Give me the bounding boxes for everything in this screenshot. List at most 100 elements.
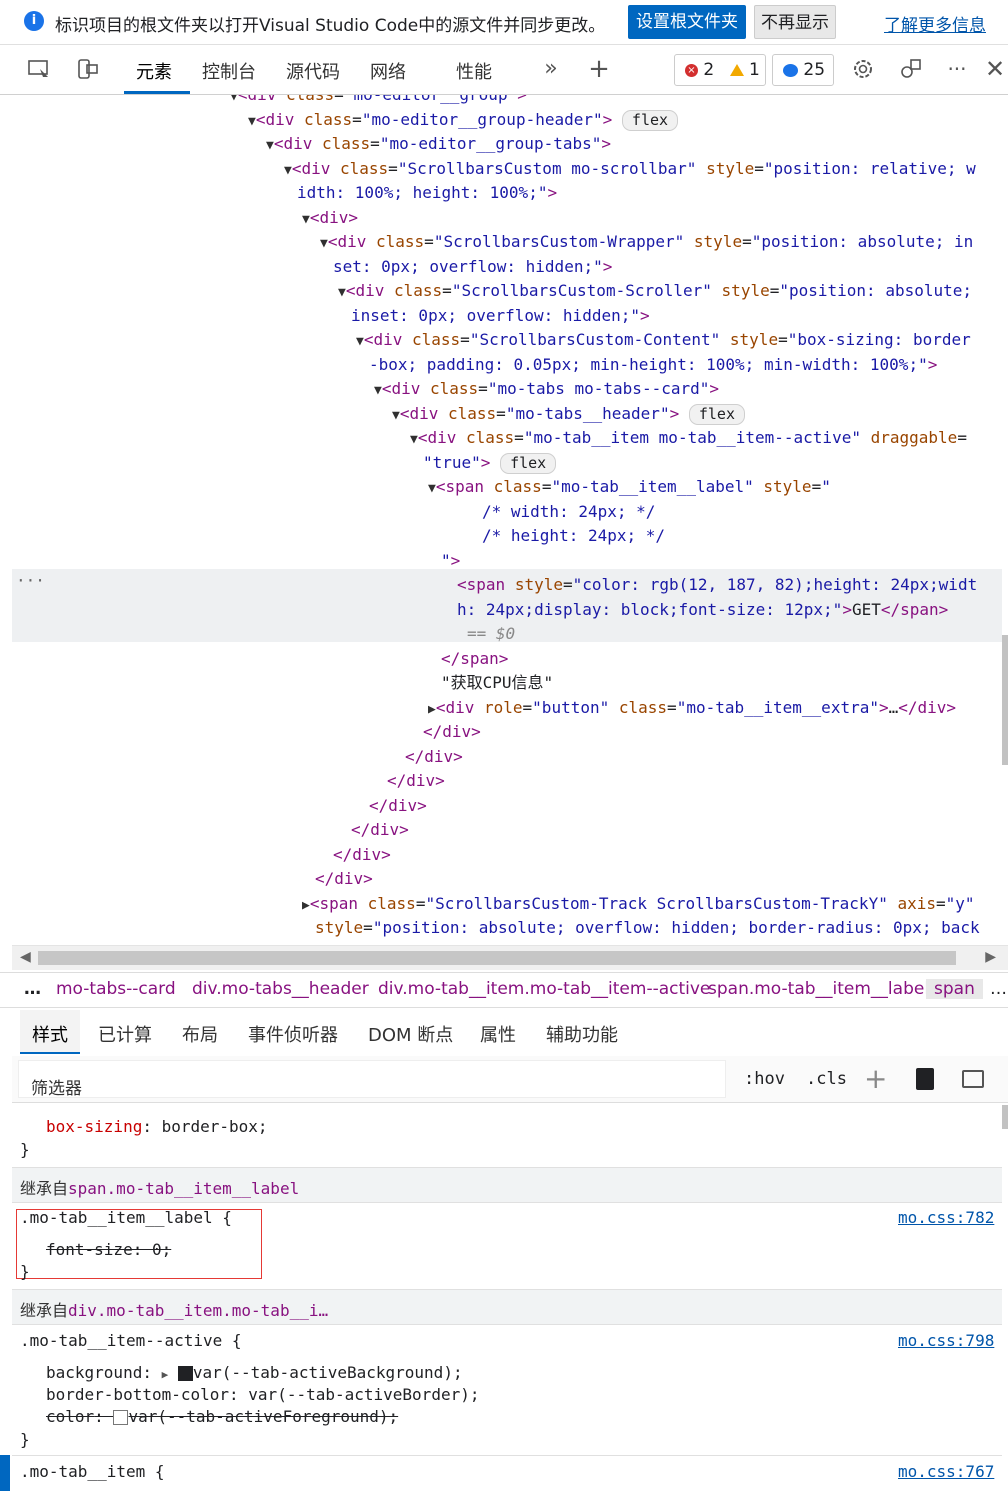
device-emulation-icon[interactable] xyxy=(75,56,101,82)
expand-toggle-icon[interactable]: ▶ xyxy=(428,702,436,717)
dom-node-line[interactable]: ▼<div> xyxy=(302,206,358,230)
tab-computed[interactable]: 已计算 xyxy=(98,1021,152,1047)
dom-node-line[interactable]: /* height: 24px; */ xyxy=(482,524,665,548)
tab-styles[interactable]: 样式 xyxy=(32,1021,68,1047)
rule-source-link[interactable]: mo.css:782 xyxy=(898,1207,994,1229)
expand-toggle-icon[interactable]: ▼ xyxy=(356,334,364,349)
dom-node-line[interactable]: ▼<div class="ScrollbarsCustom-Scroller" … xyxy=(338,279,972,303)
breadcrumb-item[interactable]: mo-tabs--card xyxy=(56,979,176,999)
flex-badge[interactable]: flex xyxy=(688,403,745,425)
expand-triangle-icon[interactable]: ▶ xyxy=(162,1368,169,1381)
dom-node-line[interactable]: </div> xyxy=(351,818,409,842)
settings-gear-icon[interactable] xyxy=(850,56,876,82)
breadcrumb-more[interactable]: … xyxy=(990,979,1007,999)
issues-counter[interactable]: × 2 1 xyxy=(674,54,766,86)
new-style-rule-icon[interactable]: + xyxy=(864,1062,887,1095)
dom-node-line[interactable]: ▶<div role="button" class="mo-tab__item_… xyxy=(428,696,956,720)
tab-dom-breakpoints[interactable]: DOM 断点 xyxy=(368,1021,453,1047)
tab-console[interactable]: 控制台 xyxy=(202,58,256,84)
dom-node-line[interactable]: </div> xyxy=(405,745,463,769)
scrollbar-thumb[interactable] xyxy=(38,951,956,965)
inspect-element-icon[interactable] xyxy=(26,56,52,82)
dom-node-line[interactable]: <span style="color: rgb(12, 187, 82);hei… xyxy=(457,573,977,597)
color-swatch[interactable] xyxy=(177,1366,193,1381)
tab-layout[interactable]: 布局 xyxy=(182,1021,218,1047)
expand-toggle-icon[interactable]: ▼ xyxy=(410,432,418,447)
expand-toggle-icon[interactable]: ▼ xyxy=(392,408,400,423)
styles-vertical-scrollbar[interactable] xyxy=(1002,1105,1008,1129)
dom-node-line[interactable]: ▼<span class="mo-tab__item__label" style… xyxy=(428,475,831,499)
dom-node-line[interactable]: "获取CPU信息" xyxy=(441,671,553,695)
dom-node-line[interactable]: </div> xyxy=(387,769,445,793)
tab-performance[interactable]: 性能 xyxy=(456,58,492,84)
close-icon[interactable]: ✕ xyxy=(982,56,1008,82)
dom-node-line[interactable]: ▼<div class="ScrollbarsCustom-Content" s… xyxy=(356,328,971,352)
class-toggle[interactable]: .cls xyxy=(806,1069,847,1089)
dont-show-again-button[interactable]: 不再显示 xyxy=(754,5,836,39)
dom-node-line[interactable]: </div> xyxy=(333,843,391,867)
expand-toggle-icon[interactable]: ▼ xyxy=(338,285,346,300)
tab-network[interactable]: 网络 xyxy=(370,58,406,84)
rule-selector[interactable]: .mo-tab__item--active { xyxy=(20,1330,242,1352)
hover-state-toggle[interactable]: :hov xyxy=(744,1069,785,1089)
dom-node-line[interactable]: /* width: 24px; */ xyxy=(482,500,655,524)
expand-toggle-icon[interactable]: ▼ xyxy=(284,163,292,178)
expand-toggle-icon[interactable]: ▶ xyxy=(302,898,310,913)
flex-badge[interactable]: flex xyxy=(500,452,557,474)
expand-toggle-icon[interactable]: ▼ xyxy=(230,95,238,104)
dom-node-line[interactable]: set: 0px; overflow: hidden;"> xyxy=(333,255,612,279)
dom-node-line[interactable]: ▼<div class="mo-editor__group"> xyxy=(230,95,527,107)
dom-node-line[interactable]: ▼<div class="ScrollbarsCustom-Wrapper" s… xyxy=(320,230,973,254)
dom-node-line[interactable]: == $0 xyxy=(467,622,515,646)
tab-event-listeners[interactable]: 事件侦听器 xyxy=(248,1021,338,1047)
tab-properties[interactable]: 属性 xyxy=(480,1021,516,1047)
dom-node-line[interactable]: "true"> flex xyxy=(423,451,557,475)
dom-node-line[interactable]: </span> xyxy=(441,647,508,671)
dom-node-line[interactable]: ▼<div class="ScrollbarsCustom mo-scrollb… xyxy=(284,157,976,181)
breadcrumb-more[interactable]: … xyxy=(24,979,41,999)
learn-more-link[interactable]: 了解更多信息 xyxy=(884,11,986,36)
dom-node-line[interactable]: ▶<span class="ScrollbarsCustom-Track Scr… xyxy=(302,892,975,916)
expand-toggle-icon[interactable]: ▼ xyxy=(374,383,382,398)
rendering-emulation-icon[interactable] xyxy=(916,1068,934,1090)
more-options-icon[interactable]: ··· xyxy=(944,56,970,82)
dom-node-line[interactable]: </div> xyxy=(369,794,427,818)
css-property-overridden[interactable]: font-size: 0; xyxy=(46,1239,171,1261)
scroll-left-icon[interactable]: ◀ xyxy=(20,949,31,965)
dom-node-line[interactable]: style="position: absolute; overflow: hid… xyxy=(315,916,980,940)
dom-node-line[interactable]: ▼<div class="mo-editor__group-tabs"> xyxy=(266,132,611,156)
flex-badge[interactable]: flex xyxy=(621,109,679,131)
breadcrumb-item-current[interactable]: span xyxy=(926,979,983,999)
css-property[interactable]: border-bottom-color: var(--tab-activeBor… xyxy=(46,1384,479,1406)
rule-selector[interactable]: .mo-tab__item__label { xyxy=(20,1207,232,1229)
tab-sources[interactable]: 源代码 xyxy=(286,58,340,84)
inherited-source-link[interactable]: span.mo-tab__item__label xyxy=(68,1179,299,1198)
dom-node-line[interactable]: ▼<div class="mo-tabs mo-tabs--card"> xyxy=(374,377,719,401)
css-property-overridden[interactable]: color: var(--tab-activeForeground); xyxy=(46,1406,398,1428)
inherited-source-link[interactable]: div.mo-tab__item.mo-tab__i… xyxy=(68,1301,328,1320)
breadcrumb-item[interactable]: span.mo-tab__item__label xyxy=(708,979,929,999)
breadcrumb-item[interactable]: div.mo-tabs__header xyxy=(192,979,369,999)
more-tabs-icon[interactable]: » xyxy=(538,56,564,82)
dom-node-line[interactable]: </div> xyxy=(315,867,373,891)
css-property[interactable]: background: ▶ var(--tab-activeBackground… xyxy=(46,1362,463,1386)
dom-vertical-scrollbar[interactable] xyxy=(1002,635,1008,765)
breadcrumb-item[interactable]: div.mo-tab__item.mo-tab__item--active xyxy=(378,979,710,999)
expand-toggle-icon[interactable]: ▼ xyxy=(302,212,310,227)
tab-accessibility[interactable]: 辅助功能 xyxy=(546,1021,618,1047)
dom-node-line[interactable]: idth: 100%; height: 100%;"> xyxy=(297,181,557,205)
filter-input[interactable]: 筛选器 xyxy=(18,1060,726,1099)
messages-counter[interactable]: 25 xyxy=(772,54,834,86)
scroll-right-icon[interactable]: ▶ xyxy=(985,949,996,965)
tab-elements[interactable]: 元素 xyxy=(136,58,172,84)
node-actions-ellipsis[interactable]: ··· xyxy=(16,569,45,593)
expand-toggle-icon[interactable]: ▼ xyxy=(320,236,328,251)
connect-device-icon[interactable] xyxy=(898,56,924,82)
rule-source-link[interactable]: mo.css:798 xyxy=(898,1330,994,1352)
dom-node-line[interactable]: -box; padding: 0.05px; min-height: 100%;… xyxy=(369,353,937,377)
dom-horizontal-scrollbar[interactable]: ◀ ▶ xyxy=(12,945,1008,970)
dom-node-line[interactable]: ▼<div class="mo-tab__item mo-tab__item--… xyxy=(410,426,967,450)
toggle-sidebar-icon[interactable] xyxy=(962,1070,984,1088)
dom-node-line[interactable]: "> xyxy=(441,549,460,573)
dom-node-line[interactable]: ▼<div class="mo-editor__group-header"> f… xyxy=(248,108,679,132)
